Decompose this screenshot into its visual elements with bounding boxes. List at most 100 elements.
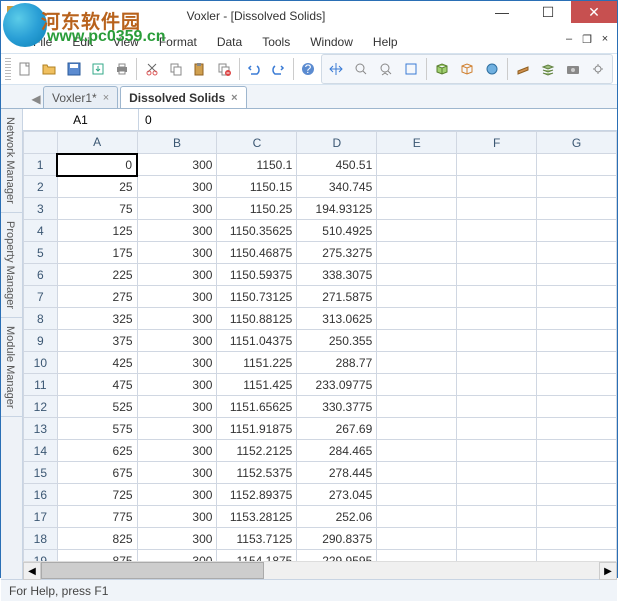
cell[interactable]: 300 bbox=[137, 374, 217, 396]
cell[interactable]: 338.3075 bbox=[297, 264, 377, 286]
cell[interactable] bbox=[377, 220, 457, 242]
cell[interactable]: 575 bbox=[57, 418, 137, 440]
import-button[interactable] bbox=[86, 57, 109, 81]
cell[interactable] bbox=[537, 220, 617, 242]
cell[interactable]: 1150.59375 bbox=[217, 264, 297, 286]
cell[interactable]: 1154.1875 bbox=[217, 550, 297, 562]
cell[interactable] bbox=[457, 330, 537, 352]
cell[interactable] bbox=[457, 286, 537, 308]
cell[interactable] bbox=[537, 440, 617, 462]
cell[interactable] bbox=[457, 440, 537, 462]
cell[interactable] bbox=[377, 550, 457, 562]
cell[interactable]: 300 bbox=[137, 176, 217, 198]
row-header[interactable]: 16 bbox=[24, 484, 58, 506]
cell[interactable]: 300 bbox=[137, 528, 217, 550]
side-tab-property-manager[interactable]: Property Manager bbox=[1, 213, 22, 318]
cell[interactable] bbox=[537, 418, 617, 440]
cell[interactable] bbox=[537, 330, 617, 352]
cell-value-box[interactable]: 0 bbox=[139, 109, 617, 130]
cell[interactable]: 278.445 bbox=[297, 462, 377, 484]
cell[interactable]: 300 bbox=[137, 550, 217, 562]
zoom-drop-button[interactable] bbox=[374, 57, 398, 81]
row-header[interactable]: 18 bbox=[24, 528, 58, 550]
cell[interactable]: 233.09775 bbox=[297, 374, 377, 396]
cell[interactable]: 194.93125 bbox=[297, 198, 377, 220]
cell[interactable] bbox=[537, 352, 617, 374]
toolbar-grip[interactable] bbox=[5, 58, 11, 80]
cell[interactable]: 300 bbox=[137, 352, 217, 374]
row-header[interactable]: 13 bbox=[24, 418, 58, 440]
cell[interactable]: 300 bbox=[137, 440, 217, 462]
tab-scroll-left[interactable]: ◀ bbox=[29, 90, 43, 108]
cell[interactable]: 525 bbox=[57, 396, 137, 418]
print-button[interactable] bbox=[110, 57, 133, 81]
menu-window[interactable]: Window bbox=[300, 32, 363, 52]
cell[interactable] bbox=[457, 264, 537, 286]
undo-button[interactable] bbox=[243, 57, 266, 81]
cell[interactable] bbox=[457, 198, 537, 220]
cell[interactable]: 775 bbox=[57, 506, 137, 528]
menu-format[interactable]: Format bbox=[149, 32, 207, 52]
row-header[interactable]: 10 bbox=[24, 352, 58, 374]
column-header[interactable]: F bbox=[457, 132, 537, 154]
cell[interactable]: 425 bbox=[57, 352, 137, 374]
row-header[interactable]: 9 bbox=[24, 330, 58, 352]
cell[interactable] bbox=[377, 264, 457, 286]
cell[interactable] bbox=[457, 550, 537, 562]
cell[interactable]: 300 bbox=[137, 154, 217, 176]
fit-button[interactable] bbox=[399, 57, 423, 81]
mdi-minimize-button[interactable]: – bbox=[561, 31, 577, 47]
column-header[interactable]: G bbox=[537, 132, 617, 154]
row-header[interactable]: 19 bbox=[24, 550, 58, 562]
menu-tools[interactable]: Tools bbox=[252, 32, 300, 52]
cell[interactable]: 300 bbox=[137, 198, 217, 220]
column-header[interactable]: D bbox=[297, 132, 377, 154]
row-header[interactable]: 15 bbox=[24, 462, 58, 484]
cell[interactable]: 1151.91875 bbox=[217, 418, 297, 440]
cell[interactable]: 288.77 bbox=[297, 352, 377, 374]
row-header[interactable]: 6 bbox=[24, 264, 58, 286]
cut-button[interactable] bbox=[140, 57, 163, 81]
row-header[interactable]: 17 bbox=[24, 506, 58, 528]
cell[interactable] bbox=[377, 440, 457, 462]
cube2-button[interactable] bbox=[455, 57, 479, 81]
cell[interactable] bbox=[377, 286, 457, 308]
cell[interactable] bbox=[377, 176, 457, 198]
cell[interactable]: 1151.04375 bbox=[217, 330, 297, 352]
cell[interactable] bbox=[457, 374, 537, 396]
save-button[interactable] bbox=[62, 57, 85, 81]
cell[interactable]: 1150.1 bbox=[217, 154, 297, 176]
cell[interactable]: 300 bbox=[137, 462, 217, 484]
capture-button[interactable] bbox=[561, 57, 585, 81]
cell[interactable] bbox=[377, 506, 457, 528]
cell[interactable]: 300 bbox=[137, 506, 217, 528]
side-tab-network-manager[interactable]: Network Manager bbox=[1, 109, 22, 213]
row-header[interactable]: 14 bbox=[24, 440, 58, 462]
row-header[interactable]: 1 bbox=[24, 154, 58, 176]
cell[interactable]: 225 bbox=[57, 264, 137, 286]
cube-button[interactable] bbox=[430, 57, 454, 81]
cell[interactable] bbox=[457, 154, 537, 176]
cell[interactable] bbox=[377, 352, 457, 374]
cell[interactable] bbox=[457, 396, 537, 418]
pan-button[interactable] bbox=[324, 57, 348, 81]
cell[interactable]: 475 bbox=[57, 374, 137, 396]
cell[interactable]: 625 bbox=[57, 440, 137, 462]
cell[interactable] bbox=[377, 242, 457, 264]
cell[interactable]: 300 bbox=[137, 418, 217, 440]
cell[interactable]: 675 bbox=[57, 462, 137, 484]
scroll-thumb[interactable] bbox=[41, 562, 264, 579]
tab-close-icon[interactable]: × bbox=[103, 92, 109, 104]
grid-area[interactable]: ABCDEFG103001150.1450.512253001150.15340… bbox=[23, 131, 617, 561]
cell[interactable]: 1153.7125 bbox=[217, 528, 297, 550]
cell[interactable] bbox=[377, 418, 457, 440]
tab-voxler1[interactable]: Voxler1*× bbox=[43, 86, 118, 108]
cell[interactable]: 275 bbox=[57, 286, 137, 308]
cell[interactable] bbox=[457, 352, 537, 374]
menu-data[interactable]: Data bbox=[207, 32, 252, 52]
cell[interactable]: 175 bbox=[57, 242, 137, 264]
cell[interactable] bbox=[537, 462, 617, 484]
cell[interactable]: 0 bbox=[57, 154, 137, 176]
cell[interactable]: 1150.15 bbox=[217, 176, 297, 198]
cell[interactable]: 1150.73125 bbox=[217, 286, 297, 308]
